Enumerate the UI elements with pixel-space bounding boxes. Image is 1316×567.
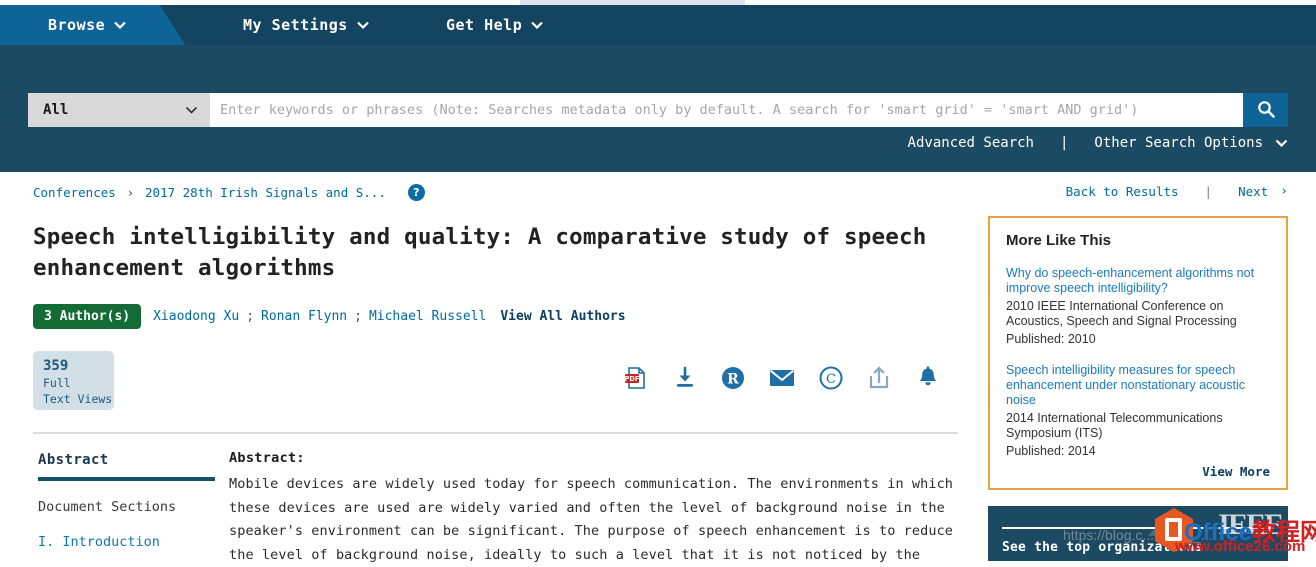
full-text-views-box[interactable]: 359 Full Text Views	[33, 351, 114, 410]
more-like-this-entry-title[interactable]: Speech intelligibility measures for spee…	[1006, 363, 1270, 408]
search-band: All Advanced Search | Other Search Optio…	[0, 45, 1316, 172]
nav-item-get-help[interactable]: Get Help	[446, 5, 544, 45]
ieee-flag-icon	[1148, 510, 1192, 536]
copyright-icon[interactable]: C	[806, 366, 855, 390]
breadcrumb-item-conferences[interactable]: Conferences	[33, 185, 116, 200]
more-like-this-entry-published: Published: 2010	[1006, 332, 1096, 346]
abstract-section: Abstract: Mobile devices are widely used…	[229, 450, 959, 567]
breadcrumb: Conferences › 2017 28th Irish Signals an…	[33, 184, 425, 201]
other-search-options-link[interactable]: Other Search Options	[1094, 135, 1263, 151]
author-link-2[interactable]: Ronan Flynn	[261, 309, 347, 324]
back-to-results-link[interactable]: Back to Results	[1066, 184, 1179, 199]
authors-row: 3 Author(s) Xiaodong Xu ; Ronan Flynn ; …	[33, 304, 626, 329]
more-like-this-title: More Like This	[1006, 232, 1112, 249]
tab-active-underline	[38, 477, 215, 481]
nav-my-settings-label: My Settings	[243, 16, 348, 34]
search-scope-value: All	[43, 102, 69, 118]
tab-abstract[interactable]: Abstract	[38, 452, 218, 468]
chevron-right-icon[interactable]: ›	[1280, 184, 1288, 199]
chevron-down-icon	[185, 103, 198, 118]
nav-item-my-settings[interactable]: My Settings	[243, 5, 369, 45]
nav-browse-label: Browse	[48, 16, 106, 34]
help-icon[interactable]: ?	[407, 184, 425, 201]
section-link-introduction[interactable]: I. Introduction	[38, 534, 218, 550]
top-organizations-promo[interactable]: IEEE See the top organizations	[988, 506, 1288, 561]
author-link-3[interactable]: Michael Russell	[369, 309, 486, 324]
svg-text:PDF: PDF	[625, 375, 640, 383]
abstract-heading: Abstract:	[229, 450, 305, 466]
promo-text: See the top organizations	[1002, 540, 1203, 555]
pdf-icon[interactable]: PDF	[612, 365, 661, 391]
search-icon	[1257, 100, 1275, 121]
svg-text:R: R	[728, 372, 740, 388]
ieee-logo: IEEE	[1218, 508, 1284, 541]
full-text-views-label-line2: Text Views	[43, 392, 113, 406]
research-gate-icon[interactable]: R	[709, 366, 758, 390]
advanced-search-link[interactable]: Advanced Search	[908, 135, 1034, 151]
email-icon[interactable]	[758, 368, 807, 388]
list-item: Why do speech-enhancement algorithms not…	[1006, 266, 1270, 346]
nav-get-help-label: Get Help	[446, 16, 523, 34]
header-navigation: Browse My Settings Get Help	[0, 5, 1316, 45]
document-action-icons: PDF R C	[612, 362, 952, 394]
more-like-this-entry-venue: 2010 IEEE International Conference on Ac…	[1006, 299, 1237, 328]
share-icon[interactable]	[855, 366, 904, 390]
chevron-down-icon	[531, 18, 544, 32]
view-more-link[interactable]: View More	[1202, 464, 1270, 479]
search-submit-button[interactable]	[1243, 93, 1288, 127]
result-navigation: Back to Results | Next ›	[1066, 184, 1288, 199]
search-options-divider: |	[1059, 135, 1069, 151]
svg-text:C: C	[826, 372, 836, 387]
breadcrumb-separator: ›	[126, 185, 135, 200]
author-separator: ;	[246, 309, 255, 324]
document-left-nav: Abstract Document Sections I. Introducti…	[38, 452, 218, 550]
author-separator: ;	[354, 309, 362, 324]
author-count-badge[interactable]: 3 Author(s)	[33, 304, 142, 329]
section-divider	[33, 432, 958, 434]
chevron-down-icon	[114, 18, 126, 32]
result-nav-divider: |	[1204, 184, 1213, 199]
more-like-this-entry-published: Published: 2014	[1006, 444, 1096, 458]
full-text-views-count: 359	[43, 358, 69, 374]
page-title: Speech intelligibility and quality: A co…	[33, 224, 927, 281]
alert-bell-icon[interactable]	[903, 366, 952, 390]
search-row: All	[28, 93, 1288, 127]
download-icon[interactable]	[661, 366, 710, 390]
search-options-row: Advanced Search | Other Search Options	[908, 135, 1288, 151]
chevron-down-icon[interactable]	[1275, 136, 1288, 150]
breadcrumb-item-conference-name[interactable]: 2017 28th Irish Signals and S...	[145, 185, 386, 200]
full-text-views-label-line1: Full	[43, 376, 71, 390]
more-like-this-entry-title[interactable]: Why do speech-enhancement algorithms not…	[1006, 266, 1270, 296]
more-like-this-entry-venue: 2014 International Telecommunications Sy…	[1006, 411, 1223, 440]
abstract-text: Mobile devices are widely used today for…	[229, 476, 954, 563]
chevron-down-icon	[357, 18, 369, 32]
author-link-1[interactable]: Xiaodong Xu	[153, 309, 239, 324]
nav-item-browse[interactable]: Browse	[0, 5, 185, 45]
list-item: Speech intelligibility measures for spee…	[1006, 363, 1270, 458]
search-input[interactable]	[210, 93, 1243, 127]
next-result-link[interactable]: Next	[1238, 184, 1268, 199]
search-scope-select[interactable]: All	[28, 93, 210, 127]
document-sections-label: Document Sections	[38, 499, 177, 515]
more-like-this-panel: More Like This Why do speech-enhancement…	[988, 216, 1288, 490]
promo-divider	[1002, 527, 1274, 529]
view-all-authors-link[interactable]: View All Authors	[500, 309, 625, 324]
